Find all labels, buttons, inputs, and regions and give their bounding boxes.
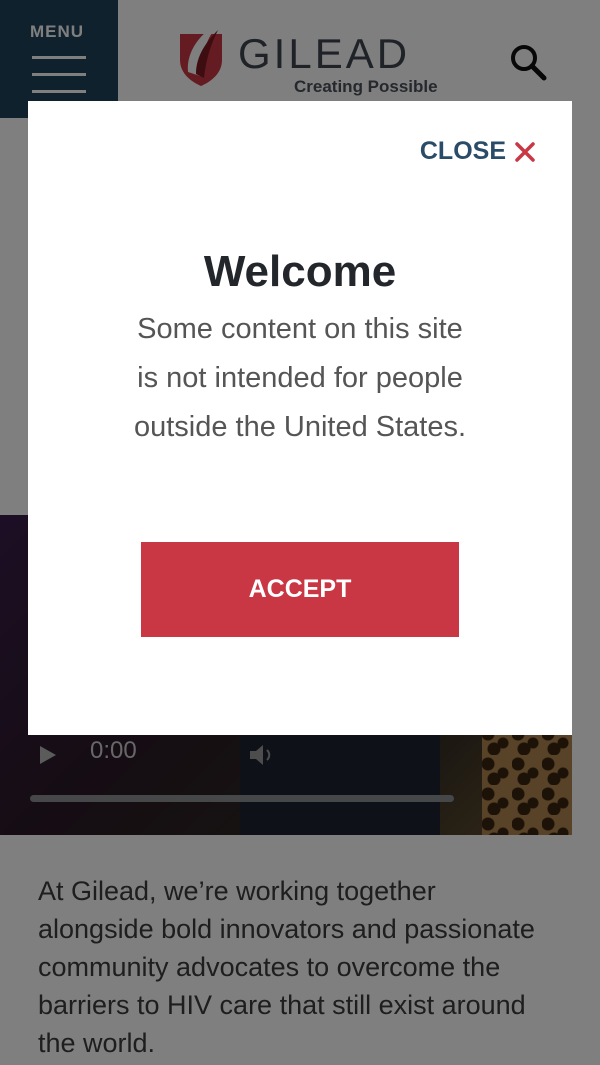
modal-message: Some content on this site is not intende… xyxy=(133,313,467,443)
modal-overlay[interactable]: CLOSE Welcome Some content on this site … xyxy=(0,0,600,1065)
welcome-modal: CLOSE Welcome Some content on this site … xyxy=(28,101,572,735)
modal-title: Welcome xyxy=(203,247,397,296)
close-icon xyxy=(515,141,535,162)
close-label: CLOSE xyxy=(419,137,506,165)
close-button[interactable]: CLOSE xyxy=(420,137,536,166)
accept-button[interactable]: ACCEPT xyxy=(141,542,459,637)
